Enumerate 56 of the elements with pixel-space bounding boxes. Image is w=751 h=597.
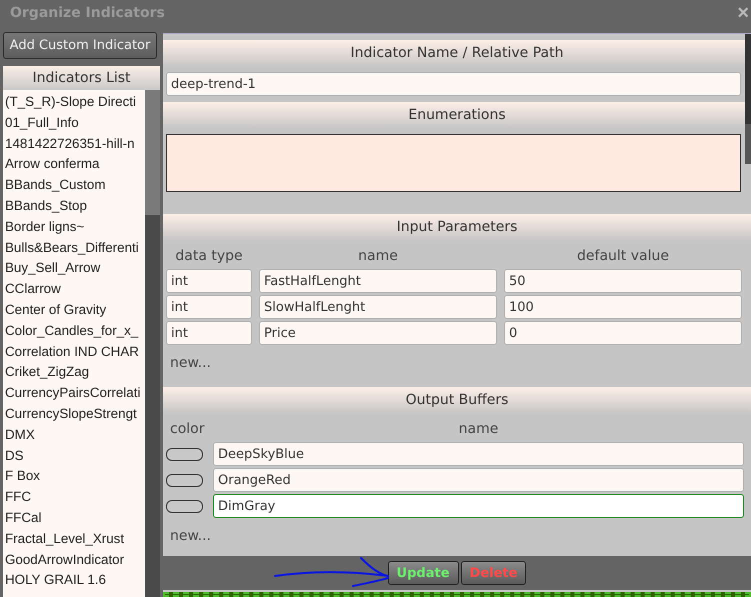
indicator-item[interactable]: Bulls&Bears_Differenti (3, 238, 145, 258)
indicator-item[interactable]: Arrow conferma (3, 154, 145, 176)
parameter-name-field[interactable]: FastHalfLenght (259, 269, 497, 293)
parameter-name-field[interactable]: Price (259, 321, 497, 345)
indicator-item[interactable]: 01_Full_Info (3, 112, 145, 134)
list-header: Indicators List (3, 66, 160, 90)
indicator-item[interactable]: CurrencyPairsCorrelati (3, 383, 145, 404)
name-field[interactable]: deep-trend-1 (166, 72, 741, 96)
indicator-item[interactable]: BBands_Stop (3, 196, 145, 217)
indicator-item[interactable]: Correlation IND CHAR (3, 342, 145, 362)
buffer-name-field[interactable]: DimGray (213, 494, 744, 518)
scrollbar[interactable] (745, 34, 751, 164)
color-swatch[interactable] (166, 448, 203, 460)
data-type-field[interactable]: int (166, 295, 252, 319)
scroll-thumb[interactable] (745, 34, 751, 124)
indicator-item[interactable]: Buy_Sell_Arrow (3, 258, 145, 280)
indicator-item[interactable]: F Box (3, 466, 145, 488)
indicator-item[interactable]: 1481422726351-hill-n (3, 134, 145, 154)
indicator-item[interactable]: FFCal (3, 508, 145, 529)
indicator-item[interactable]: DS (3, 446, 145, 466)
new-link[interactable]: new... (170, 528, 212, 544)
indicator-item[interactable]: Center of Gravity (3, 300, 145, 321)
buffer-name-field[interactable]: OrangeRed (213, 468, 744, 492)
indicator-item[interactable]: Fractal_Level_Xrust (3, 528, 145, 550)
indicator-item[interactable]: FFC (3, 487, 145, 508)
indicator-item[interactable]: (T_S_R)-Slope Directi (3, 92, 145, 113)
default-value-field[interactable]: 100 (504, 295, 742, 319)
indicator-item[interactable]: GoodArrowIndicator (3, 550, 145, 570)
data-type-field[interactable]: int (166, 321, 252, 345)
indicator-item[interactable]: HOLY GRAIL 1.6 (3, 570, 145, 592)
default-value-field[interactable]: 50 (504, 269, 742, 293)
scrollbar[interactable] (145, 90, 160, 597)
indicator-item[interactable]: Criket_ZigZag (3, 362, 145, 384)
column-header: name (357, 247, 399, 266)
indicator-item[interactable]: BBands_Custom (3, 175, 145, 196)
column-header: color (169, 420, 206, 439)
data-type-field[interactable]: int (166, 269, 252, 293)
buffer-name-field[interactable]: DeepSkyBlue (213, 442, 744, 466)
parameter-name-field[interactable]: SlowHalfLenght (259, 295, 497, 319)
column-header: default value (576, 247, 670, 266)
scroll-thumb[interactable] (145, 90, 160, 215)
color-swatch[interactable] (166, 500, 203, 512)
add-custom-indicator-button[interactable]: Add Custom Indicator (3, 32, 157, 59)
indicator-item[interactable]: CClarrow (3, 279, 145, 300)
indicator-item[interactable]: CurrencySlopeStrengt (3, 404, 145, 425)
section-header: Output Buffers (163, 387, 751, 414)
enumerations-box[interactable] (166, 134, 741, 192)
indicator-item[interactable]: DMX (3, 424, 145, 446)
color-swatch[interactable] (166, 474, 203, 486)
new-link[interactable]: new... (170, 355, 212, 371)
column-header: name (458, 420, 500, 439)
default-value-field[interactable]: 0 (504, 321, 742, 345)
column-header: data type (174, 247, 244, 266)
indicator-item[interactable]: Border ligns~ (3, 216, 145, 238)
section-header: Input Parameters (163, 214, 751, 241)
indicator-item[interactable]: Color_Candles_for_x_ (3, 320, 145, 342)
